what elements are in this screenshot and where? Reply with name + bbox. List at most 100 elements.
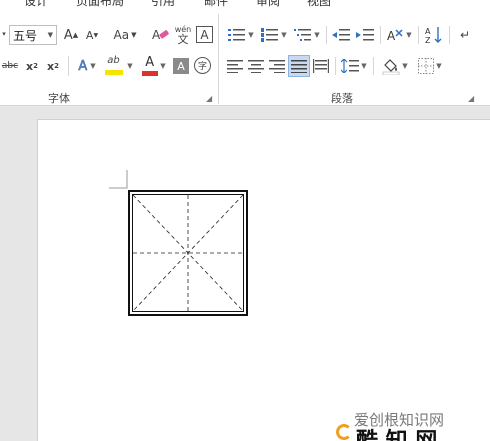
chevron-down-icon: ▼ bbox=[127, 62, 133, 70]
font-dialog-launcher[interactable]: ◢ bbox=[206, 94, 212, 103]
divider bbox=[335, 57, 336, 75]
font-size-combo[interactable]: 五号 ▼ bbox=[9, 25, 57, 45]
chevron-down-icon: ▼ bbox=[406, 31, 412, 39]
font-size-value: 五号 bbox=[13, 28, 38, 43]
decrease-indent-button[interactable] bbox=[330, 25, 352, 45]
paragraph-dialog-launcher[interactable]: ◢ bbox=[468, 94, 474, 103]
clear-formatting-button[interactable]: A bbox=[151, 25, 171, 45]
font-color-button[interactable]: A ▼ bbox=[139, 54, 169, 78]
tab-page-layout[interactable]: 页面布局 bbox=[76, 0, 124, 9]
justify-button[interactable] bbox=[288, 55, 310, 77]
superscript-button[interactable]: x2 bbox=[44, 56, 62, 76]
character-border-button[interactable]: A bbox=[196, 26, 213, 43]
numbering-button[interactable]: ▼ bbox=[259, 25, 289, 45]
paint-bucket-icon bbox=[383, 59, 400, 75]
svg-text:A: A bbox=[425, 27, 431, 36]
distributed-icon bbox=[313, 59, 329, 73]
grow-font-label: A bbox=[63, 27, 73, 43]
highlight-color-swatch bbox=[105, 70, 124, 75]
borders-icon bbox=[418, 58, 435, 74]
shrink-font-button[interactable]: A ▼ bbox=[83, 25, 101, 45]
font-group-label: 字体 bbox=[48, 92, 70, 105]
subscript-mark: 2 bbox=[33, 62, 38, 70]
line-spacing-icon bbox=[341, 59, 360, 73]
tab-mailings[interactable]: 邮件 bbox=[204, 0, 228, 9]
arrow-up-icon: ▲ bbox=[72, 31, 79, 39]
tab-review[interactable]: 审阅 bbox=[256, 0, 280, 9]
phonetic-bottom: 文 bbox=[177, 33, 189, 46]
align-center-icon bbox=[248, 59, 264, 73]
mi-grid-box[interactable] bbox=[128, 190, 248, 316]
tab-view[interactable]: 视图 bbox=[307, 0, 331, 9]
align-right-button[interactable] bbox=[267, 56, 287, 76]
svg-text:Z: Z bbox=[425, 36, 431, 44]
text-effects-label: A bbox=[78, 58, 88, 74]
show-hide-marks-button[interactable]: ↵ bbox=[455, 25, 475, 45]
divider bbox=[373, 57, 374, 75]
enclose-characters-button[interactable]: 字 bbox=[194, 57, 211, 74]
indent-icon bbox=[356, 29, 374, 41]
chevron-down-icon: ▼ bbox=[361, 62, 367, 70]
superscript-base: x bbox=[47, 59, 55, 73]
tab-references[interactable]: 引用 bbox=[151, 0, 175, 9]
line-spacing-button[interactable]: ▼ bbox=[339, 56, 369, 76]
align-right-icon bbox=[269, 59, 285, 73]
strikethrough-button[interactable]: abc bbox=[0, 56, 20, 76]
change-case-label: Aa bbox=[113, 28, 130, 42]
tab-design[interactable]: 设计 bbox=[24, 0, 48, 9]
font-color-swatch bbox=[142, 71, 159, 76]
bullet-list-icon bbox=[228, 29, 246, 41]
multilevel-list-icon bbox=[294, 29, 312, 41]
margin-corner-mark bbox=[109, 170, 128, 189]
chinese-layout-icon: A bbox=[387, 29, 403, 43]
character-shading-label: A bbox=[177, 59, 185, 73]
chevron-down-icon: ▼ bbox=[160, 62, 166, 70]
divider bbox=[418, 26, 419, 44]
chevron-down-icon: ▼ bbox=[402, 62, 408, 70]
sort-button[interactable]: A Z bbox=[423, 25, 445, 45]
phonetic-guide-button[interactable]: wén 文 bbox=[174, 23, 192, 47]
pilcrow-icon: ↵ bbox=[459, 28, 471, 42]
align-left-icon bbox=[227, 59, 243, 73]
watermark-line2: 酷 知 网 bbox=[356, 423, 437, 441]
sort-az-icon: A Z bbox=[425, 27, 442, 44]
increase-indent-button[interactable] bbox=[354, 25, 376, 45]
change-case-button[interactable]: Aa ▼ bbox=[109, 25, 141, 45]
paragraph-group-label: 段落 bbox=[331, 92, 353, 105]
group-divider bbox=[218, 14, 219, 104]
document-page[interactable] bbox=[37, 119, 490, 441]
shading-button[interactable]: ▼ bbox=[379, 55, 411, 77]
borders-button[interactable]: ▼ bbox=[414, 56, 446, 76]
align-center-button[interactable] bbox=[246, 56, 266, 76]
chinese-layout-button[interactable]: A ▼ bbox=[384, 25, 414, 45]
bullets-button[interactable]: ▼ bbox=[226, 25, 256, 45]
numbered-list-icon bbox=[261, 28, 279, 42]
highlight-color-button[interactable]: ab ▼ bbox=[103, 54, 135, 78]
watermark-logo-icon bbox=[336, 424, 352, 440]
subscript-button[interactable]: x2 bbox=[24, 56, 40, 76]
font-color-icon: A bbox=[142, 55, 159, 77]
divider bbox=[380, 26, 381, 44]
ribbon: ▾ 五号 ▼ A ▲ A ▼ Aa ▼ A wén 文 A abc x2 x2 A ▼ … bbox=[0, 10, 490, 106]
strikethrough-label: abc bbox=[1, 61, 19, 71]
character-shading-button[interactable]: A bbox=[173, 58, 189, 74]
grow-font-button[interactable]: A ▲ bbox=[62, 25, 80, 45]
multilevel-list-button[interactable]: ▼ bbox=[292, 25, 322, 45]
divider bbox=[449, 26, 450, 44]
chevron-down-icon: ▼ bbox=[314, 31, 320, 39]
align-left-button[interactable] bbox=[225, 56, 245, 76]
character-border-label: A bbox=[200, 27, 209, 42]
distributed-button[interactable] bbox=[311, 56, 331, 76]
svg-text:A: A bbox=[387, 29, 396, 43]
chevron-down-icon: ▼ bbox=[248, 31, 254, 39]
highlighter-icon: ab bbox=[105, 55, 125, 77]
divider bbox=[326, 26, 327, 44]
highlight-label: ab bbox=[107, 55, 120, 66]
subscript-base: x bbox=[26, 59, 34, 73]
ribbon-tab-strip: 设计 页面布局 引用 邮件 审阅 视图 bbox=[0, 0, 490, 10]
font-name-dropdown-arrow[interactable]: ▾ bbox=[0, 24, 8, 44]
arrow-down-icon: ▼ bbox=[93, 31, 99, 39]
text-effects-button[interactable]: A ▼ bbox=[73, 56, 101, 76]
chevron-down-icon: ▼ bbox=[131, 31, 137, 39]
chevron-down-icon: ▼ bbox=[436, 62, 442, 70]
